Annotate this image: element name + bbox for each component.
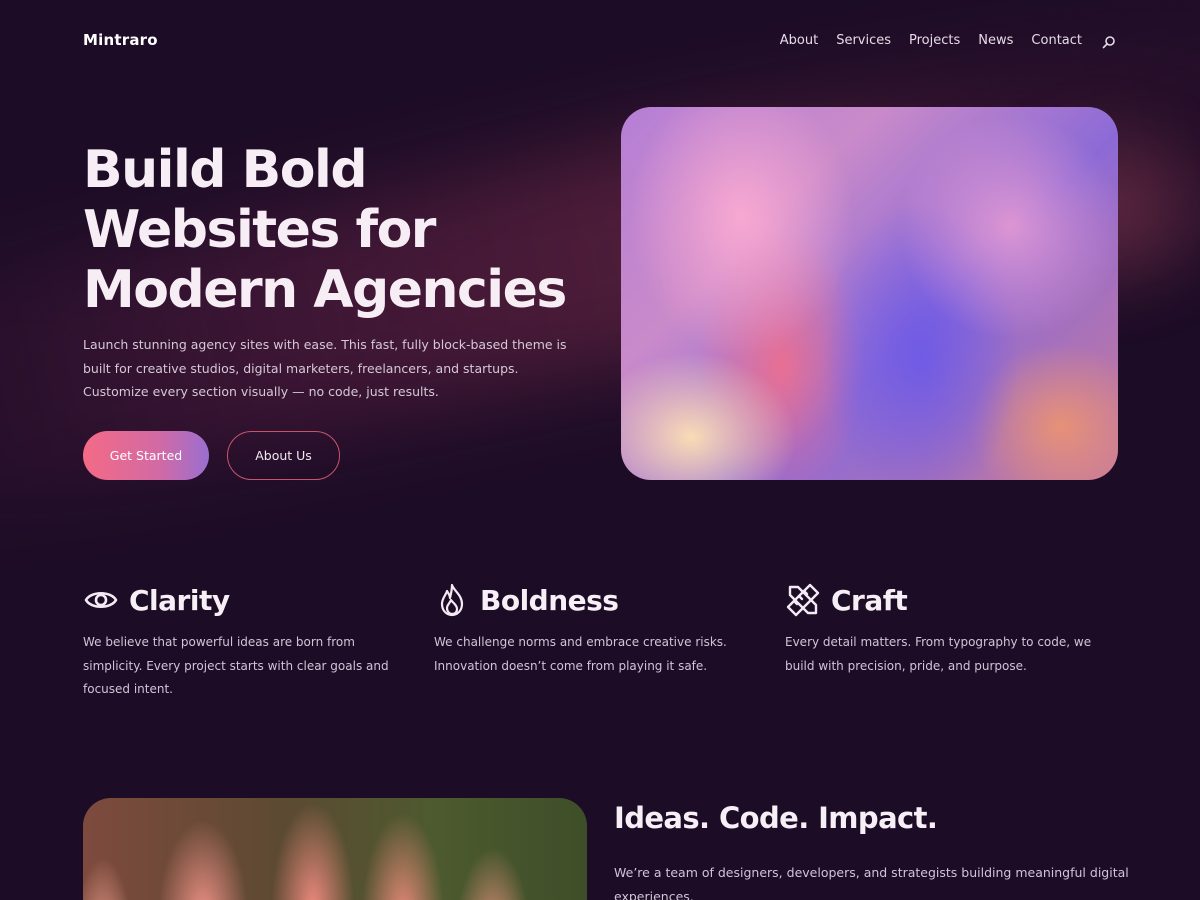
- get-started-button[interactable]: Get Started: [83, 431, 209, 480]
- value-title: Craft: [831, 583, 908, 617]
- hero-image: [621, 107, 1118, 480]
- hero-title: Build Bold Websites for Modern Agencies: [83, 140, 623, 320]
- nav-item-news[interactable]: News: [978, 33, 1013, 48]
- hero-description: Launch stunning agency sites with ease. …: [83, 337, 567, 399]
- value-card-boldness: Boldness We challenge norms and embrace …: [434, 580, 764, 678]
- nav-item-contact[interactable]: Contact: [1031, 33, 1082, 48]
- main-nav: About Services Projects News Contact: [762, 33, 1116, 48]
- nav-item-services[interactable]: Services: [836, 33, 891, 48]
- ideas-text: We’re a team of designers, developers, a…: [614, 865, 1129, 900]
- value-text: Every detail matters. From typography to…: [785, 635, 1092, 673]
- flame-icon: [434, 582, 470, 618]
- pencil-ruler-icon: [785, 582, 821, 618]
- value-card-craft: Craft Every detail matters. From typogra…: [785, 580, 1115, 678]
- value-title: Boldness: [480, 583, 619, 617]
- hero-title-line-3: Modern Agencies: [83, 260, 567, 320]
- hero-title-line-2: Websites for: [83, 200, 436, 260]
- nav-item-about[interactable]: About: [780, 33, 818, 48]
- eye-icon: [83, 582, 119, 618]
- value-card-clarity: Clarity We believe that powerful ideas a…: [83, 580, 413, 702]
- site-header: Mintraro About Services Projects News Co…: [0, 0, 1200, 82]
- about-us-button[interactable]: About Us: [227, 431, 340, 480]
- nav-item-projects[interactable]: Projects: [909, 33, 960, 48]
- value-text: We believe that powerful ideas are born …: [83, 635, 389, 696]
- hero-title-line-1: Build Bold: [83, 140, 368, 200]
- ideas-image: [83, 798, 587, 900]
- search-icon[interactable]: [1102, 34, 1116, 48]
- value-title: Clarity: [129, 583, 230, 617]
- ideas-title: Ideas. Code. Impact.: [614, 801, 938, 835]
- site-logo[interactable]: Mintraro: [83, 31, 158, 49]
- value-text: We challenge norms and embrace creative …: [434, 635, 727, 673]
